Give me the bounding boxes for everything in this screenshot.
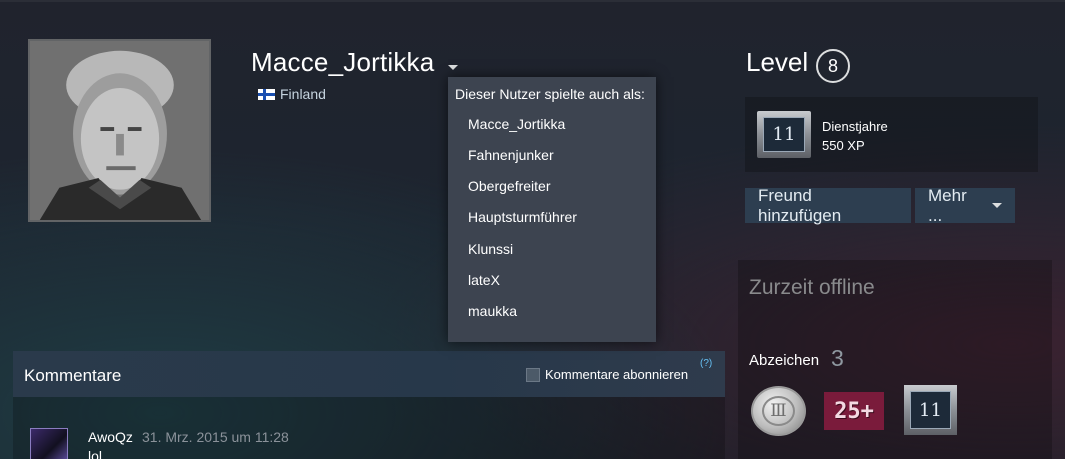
alias-item[interactable]: Obergefreiter xyxy=(468,178,550,194)
add-friend-label: Freund hinzufügen xyxy=(758,185,842,225)
alias-dropdown-arrow-icon[interactable] xyxy=(448,65,458,70)
alias-item[interactable]: Klunssi xyxy=(468,241,513,257)
favorite-badge-name: Dienstjahre xyxy=(822,119,888,134)
alias-history-dropdown: Dieser Nutzer spielte auch als: Macce_Jo… xyxy=(448,77,656,342)
alias-item[interactable]: Hauptsturmführer xyxy=(468,209,577,225)
alias-menu-header: Dieser Nutzer spielte auch als: xyxy=(455,86,645,102)
subscribe-comments-toggle[interactable]: Kommentare abonnieren xyxy=(526,367,688,382)
avatar-portrait-image xyxy=(30,41,209,220)
commenter-avatar[interactable] xyxy=(30,428,68,459)
status-panel: Zurzeit offline Abzeichen 3 Ⅲ 25+ 11 xyxy=(738,260,1052,459)
level-badge[interactable]: 8 xyxy=(816,49,850,83)
service-years-badge-icon[interactable]: 11 xyxy=(904,385,957,435)
finland-flag-icon xyxy=(258,88,275,100)
alias-item[interactable]: lateX xyxy=(468,272,500,288)
add-friend-button[interactable]: Freund hinzufügen xyxy=(745,185,911,225)
service-years-icon: 11 xyxy=(757,111,811,158)
level-label: Level xyxy=(746,47,809,77)
subscribe-checkbox[interactable] xyxy=(526,367,540,382)
comments-header: Kommentare Kommentare abonnieren (?) xyxy=(13,351,725,397)
profile-location: Finland xyxy=(258,86,326,102)
subscribe-label: Kommentare abonnieren xyxy=(545,367,689,382)
comments-list: AwoQz 31. Mrz. 2015 um 11:28 lol xyxy=(13,397,725,459)
alias-item[interactable]: maukka xyxy=(468,303,517,319)
badges-count[interactable]: 3 xyxy=(831,345,844,372)
favorite-badge[interactable]: 11 Dienstjahre 550 XP xyxy=(745,97,1038,172)
comment-text: lol xyxy=(88,448,103,459)
chevron-down-icon xyxy=(992,203,1002,208)
more-label: Mehr ... xyxy=(928,185,967,225)
alias-item[interactable]: Fahnenjunker xyxy=(468,147,554,163)
top-divider xyxy=(0,0,1065,2)
persona-name: Macce_Jortikka xyxy=(251,47,435,77)
lyre-coin-icon[interactable]: Ⅲ xyxy=(751,386,806,436)
alias-item[interactable]: Macce_Jortikka xyxy=(468,116,565,132)
comment-timestamp: 31. Mrz. 2015 um 11:28 xyxy=(142,429,289,445)
years-25-icon[interactable]: 25+ xyxy=(824,392,884,430)
comments-title: Kommentare xyxy=(24,366,122,385)
online-status: Zurzeit offline xyxy=(749,276,875,299)
comment-author[interactable]: AwoQz xyxy=(88,429,133,445)
favorite-badge-xp: 550 XP xyxy=(822,138,865,153)
more-button[interactable]: Mehr ... xyxy=(915,185,1015,225)
help-link[interactable]: (?) xyxy=(700,358,712,369)
badges-link[interactable]: Abzeichen xyxy=(749,352,819,369)
profile-avatar[interactable] xyxy=(28,39,211,222)
country-name: Finland xyxy=(280,86,326,102)
